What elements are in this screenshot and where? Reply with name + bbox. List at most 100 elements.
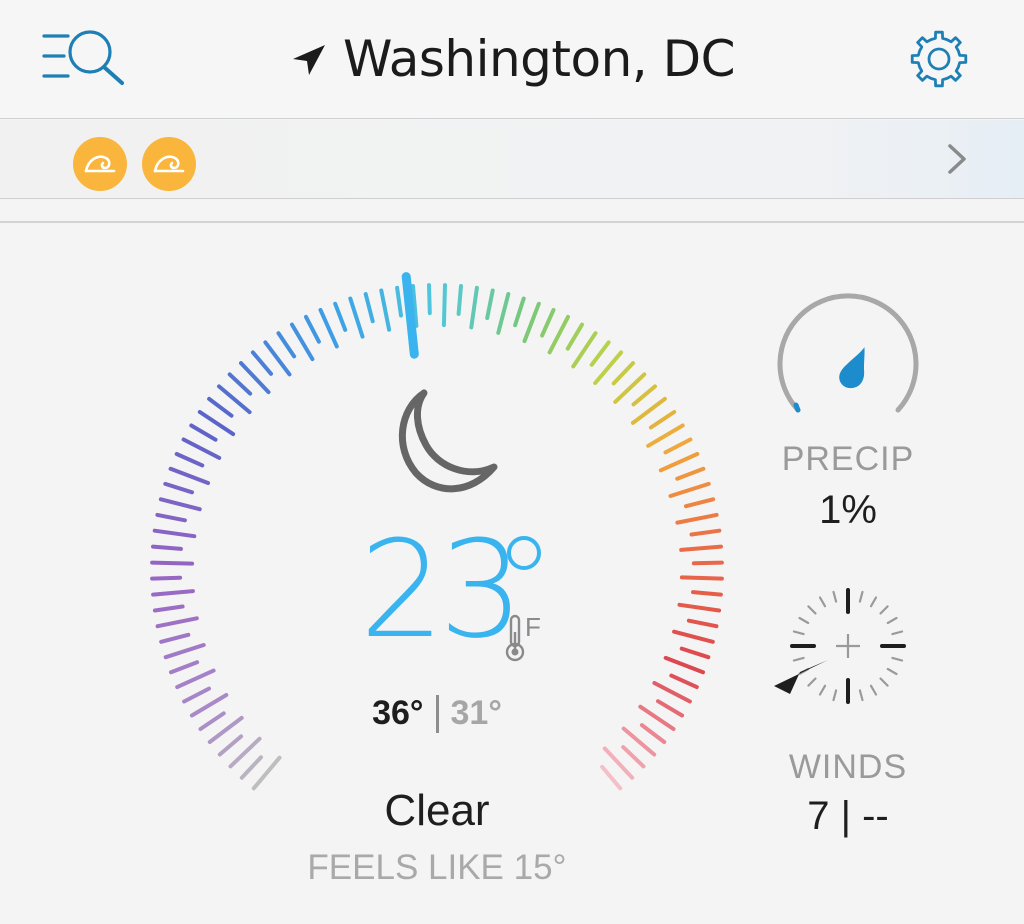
compass-tick xyxy=(869,684,878,696)
dial-tick xyxy=(469,285,479,330)
dial-tick xyxy=(679,544,723,552)
winds-label: WINDS xyxy=(788,748,908,786)
compass-tick xyxy=(818,596,827,608)
dial-tick xyxy=(631,384,657,407)
wave-alert-icon[interactable] xyxy=(72,136,128,192)
dial-tick xyxy=(251,755,282,791)
dial-tick xyxy=(163,643,206,660)
dial-tick xyxy=(648,410,677,430)
dial-tick xyxy=(638,704,676,731)
dial-tick xyxy=(182,686,211,704)
feels-like-text: FEELS LIKE 15° xyxy=(307,848,567,887)
compass-tick xyxy=(891,656,904,662)
dial-tick xyxy=(363,292,375,324)
dial-tick xyxy=(290,322,315,362)
dial-tick xyxy=(304,314,321,344)
compass-center xyxy=(836,634,860,658)
dial-tick xyxy=(155,616,199,629)
dial-tick xyxy=(189,693,229,718)
compass-tick xyxy=(879,677,889,687)
dial-tick xyxy=(239,361,271,395)
dial-tick xyxy=(522,301,541,344)
dial-tick xyxy=(669,673,699,690)
dial-tick xyxy=(168,466,210,485)
compass-tick xyxy=(807,677,817,687)
dial-tick xyxy=(611,361,635,386)
dial-tick xyxy=(668,481,711,498)
compass-icon[interactable] xyxy=(770,586,910,716)
dial-tick xyxy=(686,618,719,629)
raindrop-icon xyxy=(839,347,865,389)
dial-tick xyxy=(630,396,667,425)
dial-tick xyxy=(348,296,365,339)
dial-tick xyxy=(675,466,706,481)
compass-tick xyxy=(798,616,810,625)
moon-icon xyxy=(398,389,498,493)
precip-value: 1% xyxy=(819,488,877,532)
winds-value: 7 | -- xyxy=(807,794,889,838)
dial-tick xyxy=(181,437,222,460)
dial-tick xyxy=(540,307,556,338)
dial-tick xyxy=(227,372,253,396)
dial-tick xyxy=(207,396,234,418)
dial-tick xyxy=(228,736,262,769)
dial-tick xyxy=(174,452,205,468)
search-list-icon xyxy=(42,30,124,85)
alerts-bar[interactable] xyxy=(0,120,1024,199)
dial-tick xyxy=(276,331,297,359)
high-temperature: 36° xyxy=(372,694,424,732)
condition-text: Clear xyxy=(384,786,490,835)
precip-gauge[interactable] xyxy=(770,290,926,430)
dial-tick xyxy=(159,632,191,644)
dial-tick xyxy=(646,423,685,448)
chevron-right-icon[interactable] xyxy=(942,142,972,176)
dial-tick xyxy=(379,288,392,332)
search-button[interactable] xyxy=(38,26,130,92)
dial-tick xyxy=(163,481,194,495)
dial-tick xyxy=(151,589,195,597)
compass-tick xyxy=(858,689,864,702)
location-title[interactable]: Washington, DC xyxy=(289,30,736,88)
dial-tick xyxy=(150,575,183,581)
compass-tick xyxy=(869,596,878,608)
dial-tick xyxy=(679,575,724,581)
dial-tick xyxy=(263,340,292,377)
dial-tick xyxy=(639,723,667,744)
dial-tick xyxy=(152,604,185,613)
precip-level-arc xyxy=(793,402,801,413)
compass-tick xyxy=(807,605,817,615)
unit-toggle[interactable]: F xyxy=(503,612,555,668)
dial-tick xyxy=(613,372,647,404)
current-temp-marker xyxy=(401,272,419,359)
compass-tick xyxy=(832,590,838,603)
current-temperature: 23 xyxy=(359,512,524,668)
divider xyxy=(0,221,1024,223)
header-bar: Washington, DC xyxy=(0,0,1024,119)
dial-tick xyxy=(679,646,711,660)
dial-tick xyxy=(663,437,693,455)
high-low-separator xyxy=(435,694,439,733)
dial-tick xyxy=(175,668,216,690)
compass-tick xyxy=(886,616,898,625)
dial-tick xyxy=(658,452,700,473)
precip-label: PRECIP xyxy=(781,440,915,478)
compass-tick xyxy=(858,590,864,603)
settings-button[interactable] xyxy=(906,26,972,92)
dial-tick xyxy=(318,307,339,349)
dial-tick xyxy=(684,497,716,509)
dial-tick xyxy=(169,660,200,675)
degree-symbol xyxy=(507,536,541,570)
wave-alert-icon[interactable] xyxy=(141,136,197,192)
gear-icon xyxy=(910,30,968,88)
compass-tick xyxy=(879,605,889,615)
location-arrow-icon xyxy=(292,45,325,75)
dial-tick xyxy=(441,283,447,328)
dial-tick xyxy=(485,288,495,320)
dial-tick xyxy=(565,322,584,351)
dial-tick xyxy=(250,350,273,376)
compass-tick xyxy=(832,689,838,702)
dial-tick xyxy=(571,331,598,369)
compass-tick xyxy=(891,630,904,636)
city-name: Washington, DC xyxy=(342,30,736,88)
dial-tick xyxy=(411,284,419,328)
